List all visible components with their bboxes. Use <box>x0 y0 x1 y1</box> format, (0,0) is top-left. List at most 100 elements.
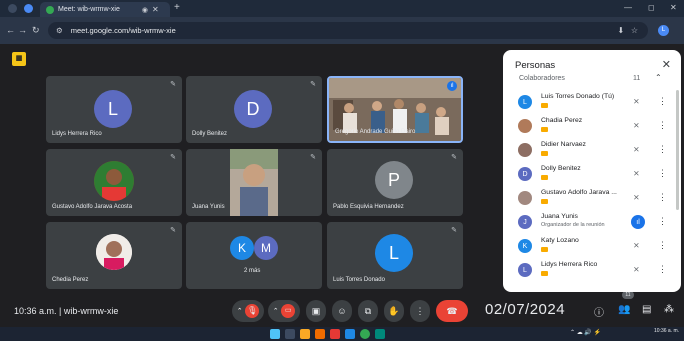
participant-row[interactable]: K Katy Lozano ⨯ ⋮ <box>515 236 675 258</box>
system-tray-icons[interactable]: ⌃ ☁ 🔊 ⚡ <box>570 329 601 336</box>
mic-off-icon: ⨯ <box>633 145 640 154</box>
participant-tile[interactable]: ✎ D Dolly Benitez <box>186 76 322 143</box>
mic-off-icon: ✎ <box>310 154 316 161</box>
participant-row[interactable]: Didier Narvaez ⨯ ⋮ <box>515 140 675 162</box>
new-tab-button[interactable]: + <box>174 2 180 13</box>
url-text: meet.google.com/wib-wrmw-xie <box>70 26 176 35</box>
avatar: P <box>375 161 413 199</box>
edge-icon[interactable] <box>345 329 355 339</box>
more-vert-icon[interactable]: ⋮ <box>658 168 667 179</box>
hang-up-icon: ☎ <box>446 305 458 316</box>
app-icon[interactable] <box>375 329 385 339</box>
close-tab-icon[interactable]: ✕ <box>152 5 159 14</box>
participant-row[interactable]: D Dolly Benitez ⨯ ⋮ <box>515 164 675 186</box>
mic-off-icon: ✎ <box>170 154 176 161</box>
participant-tile[interactable]: ✎ P Pablo Esquivia Hernandez <box>327 149 463 216</box>
meet-info-icon[interactable]: ▦ <box>12 52 26 66</box>
participant-tile[interactable]: ✎ Juana Yunis <box>186 149 322 216</box>
chrome-icon[interactable] <box>360 329 370 339</box>
camera-toggle-button[interactable]: ⌃ ▭ <box>268 300 300 322</box>
captions-icon: ▣ <box>311 305 321 316</box>
participant-row[interactable]: L Lidys Herrera Rico ⨯ ⋮ <box>515 260 675 282</box>
profile-icon[interactable] <box>24 4 33 13</box>
section-count: 11 <box>633 75 641 82</box>
windows-start-icon[interactable] <box>270 329 280 339</box>
captions-button[interactable]: ▣ <box>306 300 326 322</box>
participant-row[interactable]: Gustavo Adolfo Jarava ... ⨯ ⋮ <box>515 188 675 210</box>
site-settings-icon[interactable]: ⚙ <box>56 26 63 35</box>
recording-dot-icon: ◉ <box>141 6 148 14</box>
emoji-button[interactable]: ☺ <box>332 300 352 322</box>
more-label: 2 más <box>244 268 261 274</box>
participant-row[interactable]: Chadia Perez ⨯ ⋮ <box>515 116 675 138</box>
reload-icon[interactable]: ↻ <box>32 25 40 36</box>
more-vert-icon[interactable]: ⋮ <box>658 240 667 251</box>
leave-call-button[interactable]: ☎ <box>436 300 468 322</box>
file-explorer-icon[interactable] <box>300 329 310 339</box>
more-vert-icon[interactable]: ⋮ <box>658 192 667 203</box>
tab-meet[interactable]: Meet: wib-wrmw-xie ◉ ✕ <box>40 2 170 17</box>
app-icon[interactable] <box>330 329 340 339</box>
chevron-up-icon[interactable]: ⌃ <box>655 73 662 82</box>
mic-off-icon: ⨯ <box>633 97 640 106</box>
more-vert-icon[interactable]: ⋮ <box>658 216 667 227</box>
more-vert-icon[interactable]: ⋮ <box>658 264 667 275</box>
mic-toggle-button[interactable]: ⌃ 🎙 <box>232 300 264 322</box>
more-participants-tile[interactable]: K M 2 más <box>186 222 322 289</box>
search-icon[interactable] <box>285 329 295 339</box>
close-window-icon[interactable]: ✕ <box>670 3 677 12</box>
host-badge-icon <box>541 103 548 108</box>
host-badge-icon <box>541 175 548 180</box>
url-input[interactable]: ⚙ meet.google.com/wib-wrmw-xie ⬇ ☆ <box>48 22 648 39</box>
participant-name: Dolly Benitez <box>541 165 581 172</box>
tile-name: Luis Torres Donado <box>333 277 385 283</box>
activities-icon[interactable]: ⁂ <box>664 304 674 315</box>
more-vert-icon[interactable]: ⋮ <box>658 96 667 107</box>
restore-icon[interactable]: ◻ <box>648 3 655 12</box>
mic-off-icon: ✎ <box>310 81 316 88</box>
tile-name: Gustavo Adolfo Jarava Acosta <box>52 204 133 210</box>
more-options-button[interactable]: ⋮ <box>410 300 430 322</box>
participant-tile-speaking[interactable]: ıl Gregorio Andrade Guillo Dairo <box>327 76 463 143</box>
more-vert-icon: ⋮ <box>415 305 425 316</box>
bookmark-star-icon[interactable]: ⬇ ☆ <box>617 26 638 35</box>
section-label: Colaboradores <box>519 75 565 82</box>
present-icon: ⧉ <box>364 305 372 316</box>
more-vert-icon[interactable]: ⋮ <box>658 144 667 155</box>
forward-icon[interactable]: → <box>18 25 27 35</box>
participant-row[interactable]: J Juana Yunis Organizador de la reunión … <box>515 212 675 234</box>
avatar: D <box>518 167 532 181</box>
panel-scrollbar[interactable] <box>676 90 679 210</box>
address-bar: ← → ↻ ⚙ meet.google.com/wib-wrmw-xie ⬇ ☆… <box>0 17 684 44</box>
meeting-time-code: 10:36 a.m. | wib-wrmw-xie <box>14 306 119 316</box>
mic-off-icon: ✎ <box>170 227 176 234</box>
chat-icon[interactable]: ▤ <box>642 304 651 315</box>
people-panel: Personas ✕ Colaboradores 11 ⌃ L Luis Tor… <box>503 50 681 292</box>
participant-tile[interactable]: ✎ Gustavo Adolfo Jarava Acosta <box>46 149 182 216</box>
avatar: J <box>518 215 532 229</box>
more-vert-icon[interactable]: ⋮ <box>658 120 667 131</box>
mic-off-icon: ⨯ <box>633 265 640 274</box>
avatar: M <box>254 236 278 260</box>
participant-row[interactable]: L Luis Torres Donado (Tú) ⨯ ⋮ <box>515 92 675 114</box>
tab-list-icon[interactable] <box>8 4 17 13</box>
participant-name: Chadia Perez <box>541 117 583 124</box>
minimize-icon[interactable]: — <box>624 3 632 12</box>
present-button[interactable]: ⧉ <box>358 300 378 322</box>
people-icon[interactable]: 👥 <box>618 304 630 315</box>
tab-title: Meet: wib-wrmw-xie <box>58 6 120 13</box>
participant-tile[interactable]: ✎ L Luis Torres Donado <box>327 222 463 289</box>
mic-off-icon: ⨯ <box>633 121 640 130</box>
participant-tile[interactable]: ✎ L Lidys Herrera Rico <box>46 76 182 143</box>
app-icon[interactable] <box>315 329 325 339</box>
organizer-label: Organizador de la reunión <box>541 222 605 228</box>
back-icon[interactable]: ← <box>6 25 15 35</box>
mic-off-icon: ⨯ <box>633 193 640 202</box>
avatar-photo <box>518 119 532 133</box>
hand-icon: ✋ <box>388 305 400 316</box>
info-icon[interactable]: ⓘ <box>594 304 604 319</box>
chrome-profile-avatar[interactable]: L <box>658 25 669 36</box>
close-panel-icon[interactable]: ✕ <box>662 58 671 71</box>
raise-hand-button[interactable]: ✋ <box>384 300 404 322</box>
participant-tile[interactable]: ✎ Chedia Perez <box>46 222 182 289</box>
